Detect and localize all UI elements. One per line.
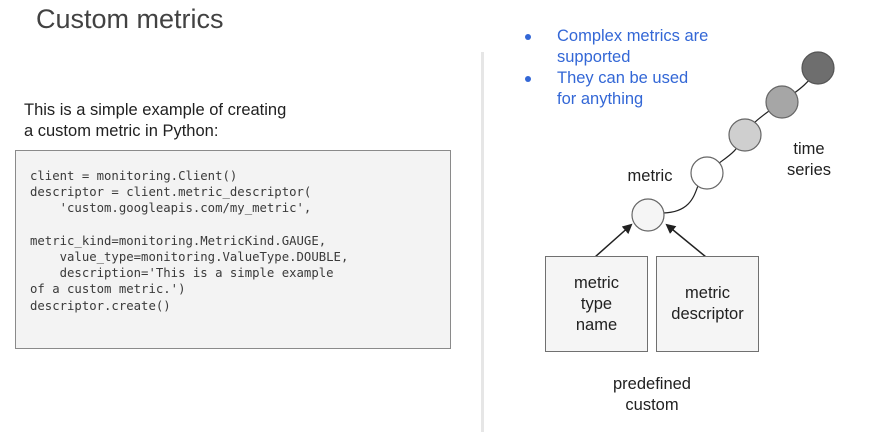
metric-descriptor-label: metric descriptor	[671, 283, 743, 325]
metric-type-name-box: metric type name	[545, 256, 648, 352]
box-label-line: descriptor	[671, 305, 744, 323]
footer-label-predefined: predefined	[613, 375, 691, 393]
metric-diagram	[594, 51, 835, 258]
footer-label: predefined custom	[592, 374, 712, 416]
time-series-circle	[690, 156, 724, 190]
box-label-line: type	[580, 294, 613, 313]
metric-circle	[631, 198, 665, 232]
box-label-line: metric	[685, 284, 730, 302]
time-series-label: time series	[772, 139, 846, 181]
footer-label-custom: custom	[625, 396, 679, 414]
box-label-line: metric	[574, 273, 619, 292]
metric-descriptor-box: metric descriptor	[656, 256, 759, 352]
arrow-descriptor-to-metric	[665, 223, 707, 258]
time-series-circle	[728, 118, 762, 152]
metric-type-name-label: metric type name	[574, 273, 619, 336]
box-label-line: name	[575, 315, 618, 334]
time-series-circle	[801, 51, 835, 85]
time-series-label-line-2: series	[786, 161, 831, 179]
time-series-circle	[765, 85, 799, 119]
arrow-type-name-to-metric	[594, 223, 633, 258]
time-series-label-line-1: time	[793, 140, 825, 158]
metric-label: metric	[627, 167, 673, 185]
